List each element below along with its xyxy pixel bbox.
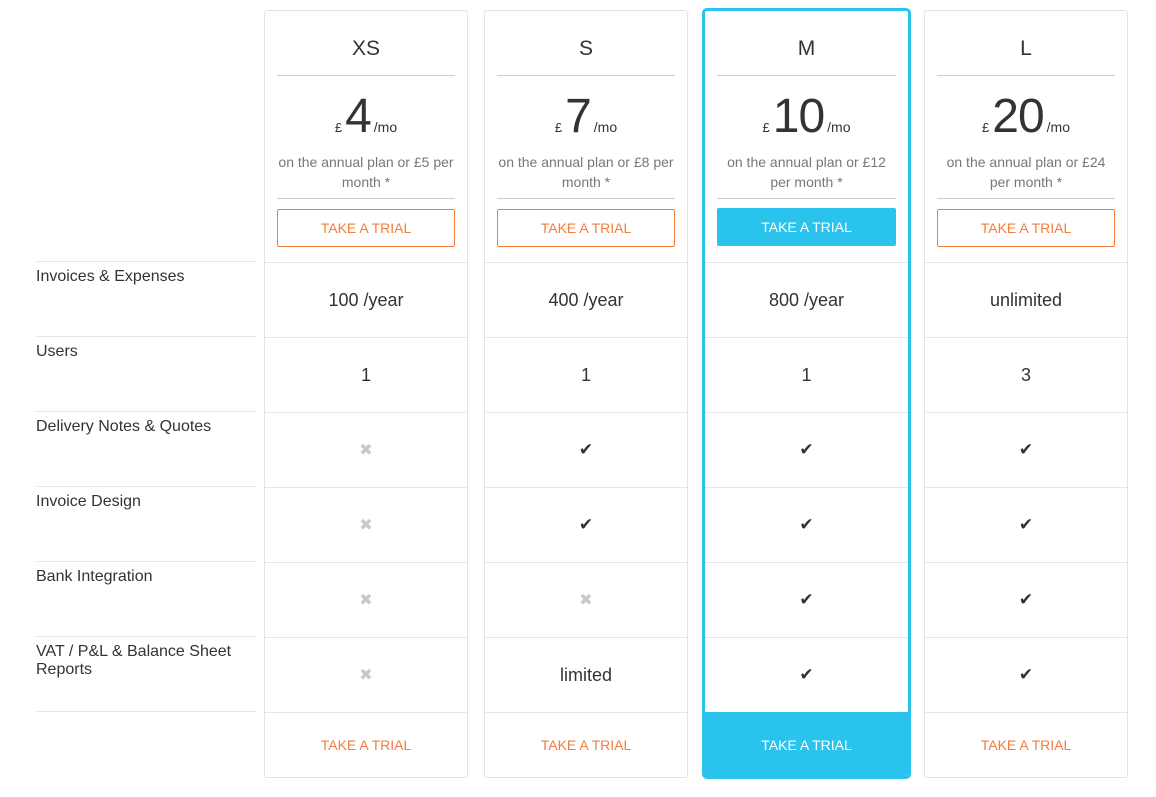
divider: [36, 711, 256, 712]
check-icon: ✔: [1018, 515, 1034, 534]
price-period: /mo: [827, 119, 851, 135]
take-trial-footer-button[interactable]: TAKE A TRIAL: [925, 712, 1127, 777]
feature-cell: ✔: [705, 562, 908, 637]
plan-price: £4/mo: [265, 89, 467, 144]
cross-icon: ✖: [359, 592, 373, 609]
currency: £: [334, 120, 343, 135]
take-trial-button[interactable]: TAKE A TRIAL: [497, 209, 675, 247]
feature-cell: 3: [925, 337, 1127, 412]
feature-cell: ✔: [925, 637, 1127, 712]
plan-header: XS £4/mo on the annual plan or £5 per mo…: [265, 11, 467, 262]
take-trial-footer-button[interactable]: TAKE A TRIAL: [485, 712, 687, 777]
plan-name: XS: [351, 37, 380, 60]
plan-header: S £7/mo on the annual plan or £8 per mon…: [485, 11, 687, 262]
plan-column-xs: XS £4/mo on the annual plan or £5 per mo…: [264, 10, 468, 778]
currency: £: [982, 120, 990, 135]
price-amount: 4: [345, 90, 372, 143]
plan-column-m: M £10/mo on the annual plan or £12 per m…: [702, 8, 911, 779]
plan-name: L: [1020, 37, 1032, 60]
feature-cell: limited: [485, 637, 687, 712]
divider: [497, 75, 675, 76]
cross-icon: ✖: [359, 517, 373, 534]
divider: [497, 198, 675, 199]
feature-cell: 800 /year: [705, 262, 908, 337]
feature-cell: ✔: [925, 562, 1127, 637]
price-period: /mo: [1046, 119, 1070, 135]
take-trial-footer-button[interactable]: TAKE A TRIAL: [705, 712, 908, 776]
feature-label: Users: [36, 336, 256, 411]
take-trial-footer-button[interactable]: TAKE A TRIAL: [265, 712, 467, 777]
feature-cell: ✖: [265, 487, 467, 562]
price-note: on the annual plan or £8 per month *: [498, 154, 674, 190]
plan-header: M £10/mo on the annual plan or £12 per m…: [705, 11, 908, 262]
cross-icon: ✖: [359, 442, 373, 459]
check-icon: ✔: [1018, 665, 1034, 684]
cross-icon: ✖: [359, 667, 373, 684]
divider: [937, 198, 1115, 199]
plan-column-s: S £7/mo on the annual plan or £8 per mon…: [484, 10, 688, 778]
feature-label: Bank Integration: [36, 561, 256, 636]
currency: £: [762, 120, 770, 135]
check-icon: ✔: [799, 515, 814, 534]
feature-cell: ✔: [925, 412, 1127, 487]
check-icon: ✔: [1018, 590, 1034, 609]
price-period: /mo: [593, 119, 618, 135]
plan-price: £10/mo: [705, 89, 908, 144]
price-note: on the annual plan or £12 per month *: [727, 154, 886, 190]
price-amount: 20: [992, 90, 1044, 143]
take-trial-button[interactable]: TAKE A TRIAL: [277, 209, 455, 247]
currency: £: [554, 120, 563, 135]
divider: [717, 198, 896, 199]
cross-icon: ✖: [579, 592, 593, 609]
take-trial-button[interactable]: TAKE A TRIAL: [937, 209, 1115, 247]
feature-label: Delivery Notes & Quotes: [36, 411, 256, 486]
price-amount: 10: [772, 90, 825, 143]
divider: [937, 75, 1115, 76]
price-note: on the annual plan or £24 per month *: [946, 154, 1106, 190]
feature-cell: ✔: [705, 487, 908, 562]
price-period: /mo: [373, 119, 398, 135]
feature-cell: ✔: [485, 412, 687, 487]
plan-header: L £20/mo on the annual plan or £24 per m…: [925, 11, 1127, 262]
feature-cell: ✔: [705, 637, 908, 712]
feature-label: Invoices & Expenses: [36, 261, 256, 336]
feature-cell: 1: [705, 337, 908, 412]
feature-cell: unlimited: [925, 262, 1127, 337]
divider: [717, 75, 896, 76]
feature-cell: 1: [485, 337, 687, 412]
check-icon: ✔: [799, 440, 814, 459]
plan-name: M: [797, 37, 816, 60]
feature-cell: ✖: [265, 412, 467, 487]
feature-cell: ✖: [485, 562, 687, 637]
plan-name: S: [578, 37, 593, 60]
check-icon: ✔: [799, 590, 814, 609]
plan-price: £20/mo: [925, 89, 1127, 144]
divider: [277, 75, 455, 76]
feature-cell: ✔: [705, 412, 908, 487]
plan-column-l: L £20/mo on the annual plan or £24 per m…: [924, 10, 1128, 778]
feature-cell: ✔: [925, 487, 1127, 562]
check-icon: ✔: [578, 440, 594, 459]
feature-cell: 400 /year: [485, 262, 687, 337]
feature-cell: 100 /year: [265, 262, 467, 337]
feature-cell: ✖: [265, 562, 467, 637]
feature-cell: ✔: [485, 487, 687, 562]
plan-price: £7/mo: [485, 89, 687, 144]
check-icon: ✔: [1018, 440, 1034, 459]
take-trial-button[interactable]: TAKE A TRIAL: [717, 208, 896, 246]
price-amount: 7: [565, 90, 592, 143]
divider: [277, 198, 455, 199]
feature-label: Invoice Design: [36, 486, 256, 561]
check-icon: ✔: [799, 665, 814, 684]
feature-labels: Invoices & Expenses Users Delivery Notes &…: [36, 261, 256, 712]
feature-cell: 1: [265, 337, 467, 412]
feature-label: VAT / P&L & Balance Sheet Reports: [36, 636, 256, 711]
check-icon: ✔: [578, 515, 594, 534]
price-note: on the annual plan or £5 per month *: [278, 154, 454, 190]
feature-cell: ✖: [265, 637, 467, 712]
